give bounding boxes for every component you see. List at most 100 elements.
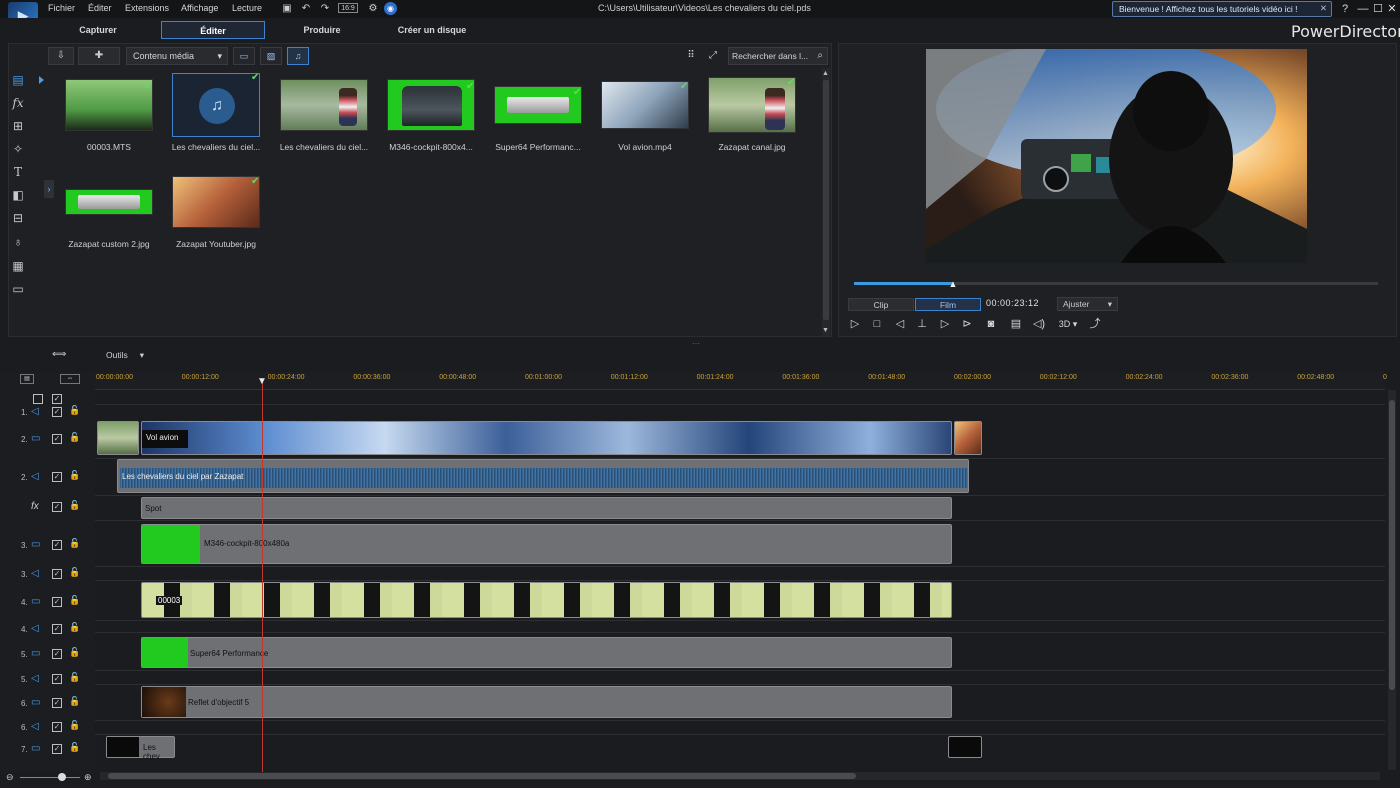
transition-room-icon[interactable]: ◧ — [10, 187, 26, 203]
thumb-00003-mts[interactable] — [65, 79, 153, 131]
timeline-vertical-scrollbar-thumb[interactable] — [1389, 400, 1395, 690]
thumb-video-chevaliers[interactable] — [280, 79, 368, 131]
lock-icon[interactable]: 🔓 — [69, 672, 80, 683]
track-enable-checkbox[interactable]: ✓ — [52, 540, 62, 550]
thumb-zazapat-canal[interactable] — [708, 77, 796, 133]
lock-icon[interactable]: 🔓 — [69, 720, 80, 731]
settings-gear-icon[interactable]: ⚙ — [366, 2, 380, 15]
notification-icon[interactable]: ◉ — [384, 2, 397, 15]
lock-icon[interactable]: 🔓 — [69, 405, 80, 416]
timecode-display[interactable]: 00:00:23:12 — [986, 298, 1052, 311]
tab-create-disc[interactable]: Créer un disque — [384, 21, 480, 39]
tab-edit[interactable]: Éditer — [161, 21, 265, 39]
lock-icon[interactable]: 🔓 — [69, 595, 80, 606]
clip-end-title[interactable] — [948, 736, 982, 758]
clip-zazapat-youtuber[interactable] — [954, 421, 982, 455]
clip-title-chevaliers[interactable]: Les chev — [106, 736, 175, 761]
thumb-vol-avion[interactable] — [601, 81, 689, 129]
thumb-super64[interactable] — [494, 86, 582, 124]
3d-mode-button[interactable]: 3D ▾ — [1056, 317, 1080, 331]
lock-icon[interactable]: 🔓 — [69, 742, 80, 753]
stop-icon[interactable]: □ — [870, 317, 884, 331]
lock-icon[interactable]: 🔓 — [69, 696, 80, 707]
chapter-room-icon[interactable]: ▦ — [10, 258, 26, 274]
film-mode-button[interactable]: Film — [915, 298, 981, 311]
lock-icon[interactable]: 🔓 — [69, 500, 80, 511]
track-enable-checkbox[interactable]: ✓ — [52, 698, 62, 708]
track-enable-checkbox[interactable]: ✓ — [52, 744, 62, 754]
menu-edit[interactable]: Éditer — [88, 3, 112, 13]
track-enable-checkbox[interactable]: ✓ — [52, 624, 62, 634]
fx-room-icon[interactable]: fx — [10, 95, 26, 111]
clip-audio-chevaliers[interactable]: Les chevaliers du ciel par Zazapat — [117, 459, 969, 493]
lock-icon[interactable]: 🔓 — [69, 470, 80, 481]
undock-preview-icon[interactable]: ⤴ — [1088, 317, 1102, 331]
import-media-button[interactable]: ⇩ — [48, 47, 74, 65]
seek-handle-icon[interactable]: ▲ — [949, 279, 959, 289]
zoom-out-icon[interactable]: ⊖ — [6, 772, 14, 783]
tools-dropdown[interactable]: Outils ▾ — [106, 350, 144, 361]
title-room-icon[interactable]: T — [10, 164, 26, 180]
close-button[interactable]: ✕ — [1384, 2, 1400, 16]
lock-icon[interactable]: 🔓 — [69, 432, 80, 443]
tip-close-icon[interactable]: ✕ — [1320, 3, 1327, 14]
subtitles-icon[interactable]: ▤ — [1009, 317, 1023, 331]
library-search-input[interactable]: Rechercher dans l... ⌕ — [728, 47, 828, 65]
undo-icon[interactable]: ↶ — [299, 2, 313, 15]
pip-room-icon[interactable]: ⊞ — [10, 118, 26, 134]
thumb-audio-chevaliers[interactable]: ♫ — [172, 73, 260, 137]
timeline-horizontal-scrollbar-thumb[interactable] — [108, 773, 856, 779]
menu-view[interactable]: Affichage — [181, 3, 218, 13]
track-enable-checkbox[interactable]: ✓ — [52, 434, 62, 444]
fast-forward-icon[interactable]: ⊳ — [960, 317, 974, 331]
thumb-zazapat-youtuber[interactable] — [172, 176, 260, 228]
filter-audio-icon[interactable]: ♫ — [287, 47, 309, 65]
save-icon[interactable]: ▣ — [280, 2, 294, 15]
zoom-in-icon[interactable]: ⊕ — [84, 772, 92, 783]
timeline-playhead[interactable] — [262, 380, 263, 772]
thumb-zazapat-custom[interactable] — [65, 189, 153, 215]
library-scrollbar-thumb[interactable] — [823, 80, 829, 320]
expand-view-icon[interactable]: ⤢ — [706, 49, 720, 62]
track-enable-checkbox[interactable]: ✓ — [52, 569, 62, 579]
expand-panel-toggle[interactable]: › — [44, 180, 54, 198]
track-manager-icon[interactable]: ▤ — [20, 374, 34, 384]
media-filter-dropdown[interactable]: Contenu média ▾ — [126, 47, 228, 65]
audio-mixing-icon[interactable]: ⊟ — [10, 210, 26, 226]
track-enable-checkbox[interactable]: ✓ — [52, 649, 62, 659]
menu-file[interactable]: Fichier — [48, 3, 75, 13]
filter-image-icon[interactable]: ▨ — [260, 47, 282, 65]
playhead-handle-icon[interactable]: ▼ — [257, 377, 268, 387]
aspect-ratio-button[interactable]: 16:9 — [338, 3, 358, 13]
play-icon[interactable]: ▷ — [848, 317, 862, 331]
zoom-slider[interactable] — [20, 777, 80, 778]
zoom-slider-handle[interactable] — [58, 773, 66, 781]
tab-capture[interactable]: Capturer — [60, 21, 136, 39]
filter-video-icon[interactable]: ▭ — [233, 47, 255, 65]
lock-icon[interactable]: 🔓 — [69, 567, 80, 578]
track-enable-checkbox[interactable]: ✓ — [52, 407, 62, 417]
help-button[interactable]: ? — [1337, 2, 1353, 16]
menu-playback[interactable]: Lecture — [232, 3, 262, 13]
lock-icon[interactable]: 🔓 — [69, 622, 80, 633]
subtitle-room-icon[interactable]: ▭ — [10, 281, 26, 297]
clip-zazapat-canal[interactable] — [97, 421, 139, 455]
lock-icon[interactable]: 🔓 — [69, 647, 80, 658]
lock-icon[interactable]: 🔓 — [69, 538, 80, 549]
voiceover-microphone-icon[interactable]: ♁ — [10, 234, 26, 250]
grid-view-icon[interactable]: ⠿ — [684, 49, 698, 62]
redo-icon[interactable]: ↷ — [318, 2, 332, 15]
thumb-cockpit[interactable] — [387, 79, 475, 131]
track-enable-checkbox[interactable]: ✓ — [52, 597, 62, 607]
previous-frame-icon[interactable]: ◁ — [893, 317, 907, 331]
media-room-icon[interactable]: ▤ — [10, 72, 26, 88]
zoom-fit-dropdown[interactable]: Ajuster ▾ — [1057, 297, 1118, 311]
fit-timeline-icon[interactable]: ⇔ — [60, 374, 80, 384]
tab-produce[interactable]: Produire — [288, 21, 356, 39]
volume-icon[interactable]: ◁) — [1032, 317, 1046, 331]
scroll-up-icon[interactable]: ▲ — [822, 70, 829, 77]
track-enable-checkbox[interactable]: ✓ — [52, 472, 62, 482]
track-enable-checkbox[interactable]: ✓ — [52, 502, 62, 512]
track-enable-checkbox[interactable]: ✓ — [52, 674, 62, 684]
next-frame-icon[interactable]: ▷ — [938, 317, 952, 331]
